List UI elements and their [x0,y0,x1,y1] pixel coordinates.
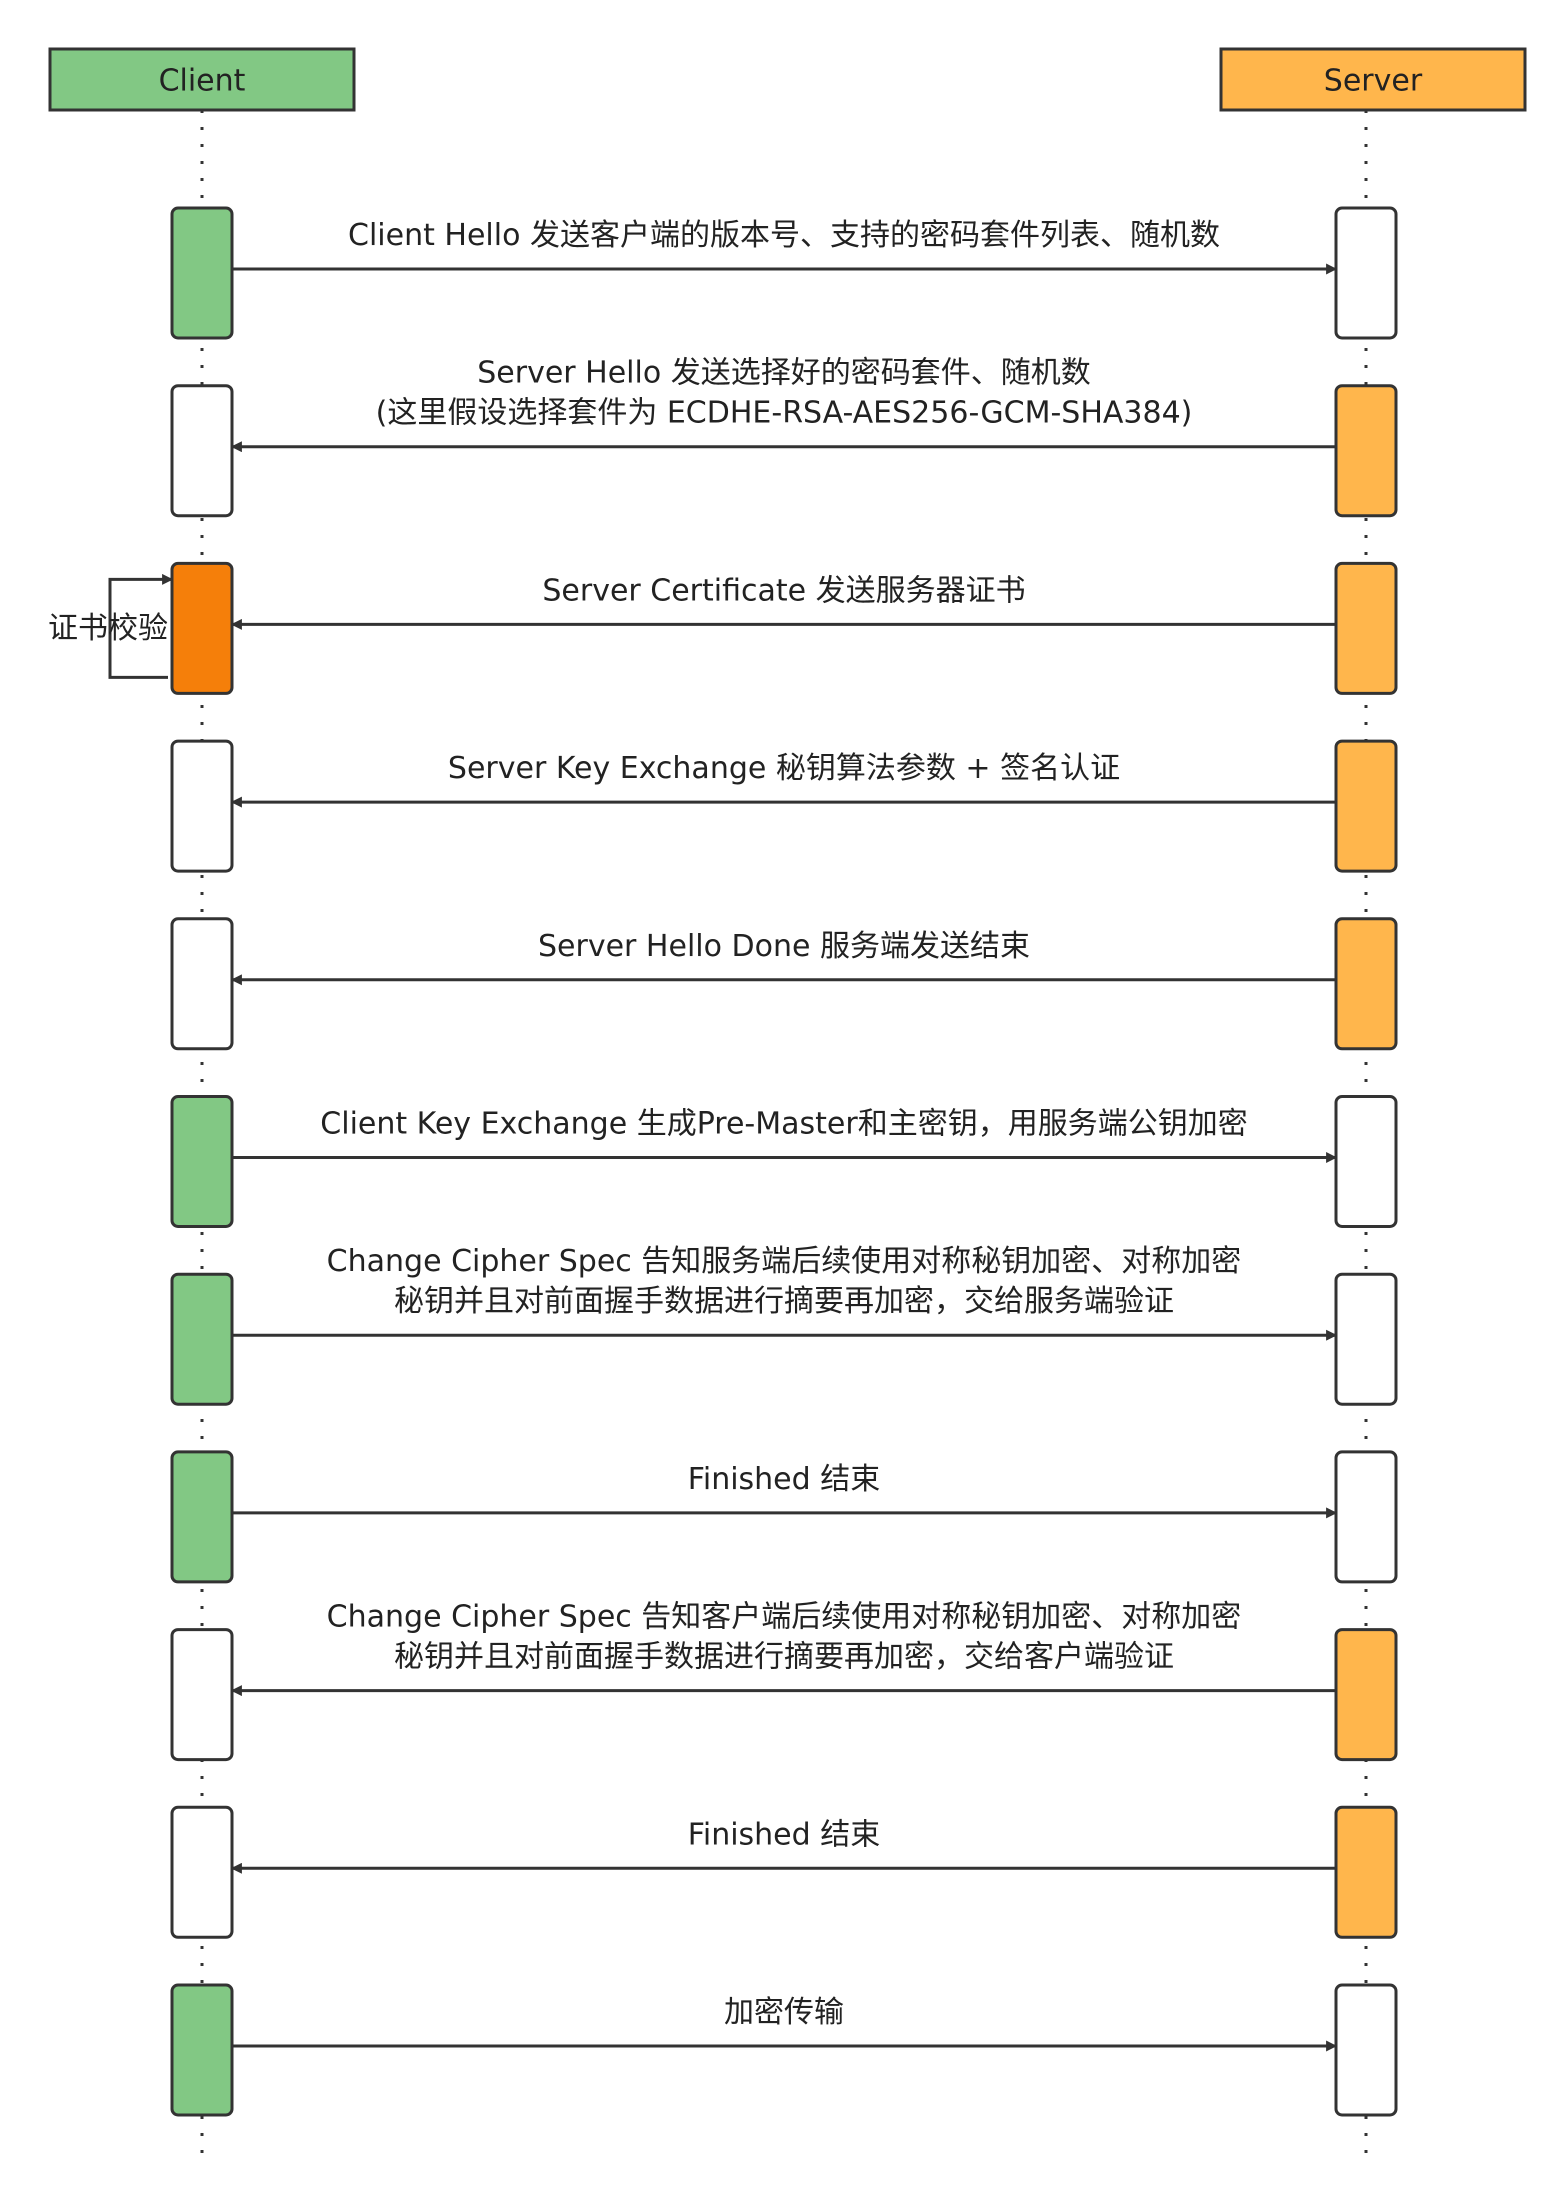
client-activation-box [170,1983,234,2117]
message-label: Client Hello 发送客户端的版本号、支持的密码套件列表、随机数 [348,218,1220,253]
server-actor-label: Server [1324,64,1423,99]
message-3: Server Certificate 发送服务器证书证书校验 [48,561,1398,695]
message-9: Change Cipher Spec 告知客户端后续使用对称秘钥加密、对称加密秘… [170,1600,1398,1762]
server-activation-box [1334,561,1398,695]
message-5: Server Hello Done 服务端发送结束 [170,917,1398,1051]
client-activation-box [170,1095,234,1228]
message-6: Client Key Exchange 生成Pre-Master和主密钥，用服务… [170,1095,1398,1228]
client-activation-box [170,1450,234,1584]
messages-layer: Client Hello 发送客户端的版本号、支持的密码套件列表、随机数 Serv… [48,206,1398,2117]
client-activation-box [170,739,234,873]
message-label: Server Certificate 发送服务器证书 [542,573,1025,608]
message-label: Finished 结束 [688,1817,880,1852]
client-activation-box [170,206,234,340]
message-8: Finished 结束 [170,1450,1398,1584]
message-label: Server Hello 发送选择好的密码套件、随机数 [477,356,1091,391]
message-label: (这里假设选择套件为 ECDHE-RSA-AES256-GCM-SHA384) [376,396,1193,431]
server-activation-box [1334,206,1398,340]
client-activation-box [170,1805,234,1939]
server-activation-box [1334,384,1398,518]
server-activation-box [1334,739,1398,873]
message-label: Server Hello Done 服务端发送结束 [538,929,1030,964]
message-label: Change Cipher Spec 告知客户端后续使用对称秘钥加密、对称加密 [327,1600,1242,1635]
message-label: 秘钥并且对前面握手数据进行摘要再加密，交给服务端验证 [394,1284,1174,1319]
message-label: Change Cipher Spec 告知服务端后续使用对称秘钥加密、对称加密 [327,1244,1242,1279]
message-label: 加密传输 [724,1995,844,2030]
sequence-diagram: Client Server Client Hello 发送客户端的版本号、支持的… [48,47,1527,2160]
message-1: Client Hello 发送客户端的版本号、支持的密码套件列表、随机数 [170,206,1398,340]
message-label: Client Key Exchange 生成Pre-Master和主密钥，用服务… [320,1107,1247,1142]
message-7: Change Cipher Spec 告知服务端后续使用对称秘钥加密、对称加密秘… [170,1244,1398,1406]
server-activation-box [1334,1272,1398,1406]
message-label: 秘钥并且对前面握手数据进行摘要再加密，交给客户端验证 [394,1640,1174,1675]
server-activation-box [1334,1628,1398,1762]
message-11: 加密传输 [170,1983,1398,2117]
client-activation-box [170,561,234,695]
message-10: Finished 结束 [170,1805,1398,1939]
server-activation-box [1334,917,1398,1051]
client-activation-box [170,384,234,518]
server-activation-box [1334,1450,1398,1584]
server-activation-box [1334,1983,1398,2117]
server-activation-box [1334,1095,1398,1228]
message-4: Server Key Exchange 秘钥算法参数 + 签名认证 [170,739,1398,873]
client-actor-label: Client [159,64,246,99]
client-activation-box [170,917,234,1051]
message-label: Finished 结束 [688,1462,880,1497]
client-activation-box [170,1272,234,1406]
server-actor: Server [1219,47,1527,112]
certificate-verify-label: 证书校验 [48,611,168,646]
message-label: Server Key Exchange 秘钥算法参数 + 签名认证 [448,751,1120,786]
client-actor: Client [48,47,356,112]
server-activation-box [1334,1805,1398,1939]
client-activation-box [170,1628,234,1762]
message-2: Server Hello 发送选择好的密码套件、随机数 (这里假设选择套件为 EC… [170,356,1398,518]
